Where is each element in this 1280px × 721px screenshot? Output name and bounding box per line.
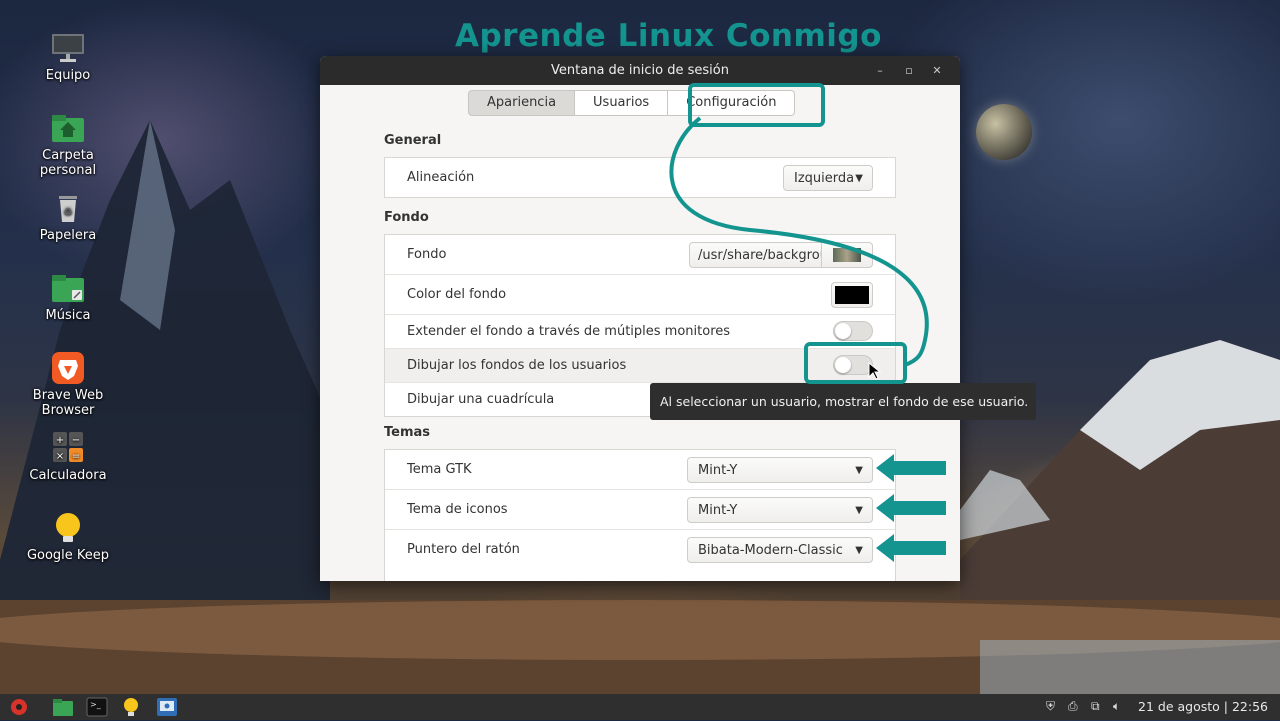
dropdown-arrow-icon: ▼ — [855, 505, 863, 516]
terminal-icon[interactable]: >_ — [86, 697, 108, 717]
close-button[interactable]: ✕ — [928, 62, 946, 80]
svg-text:♻: ♻ — [64, 207, 73, 218]
desktop-icon-label: Música — [45, 308, 91, 323]
desktop-icon-label: Carpeta personal — [39, 148, 97, 178]
music-folder-icon — [50, 272, 86, 304]
desktop-icon-label: Calculadora — [29, 468, 107, 483]
trash-icon: ♻ — [50, 192, 86, 224]
shield-icon[interactable]: ⛨ — [1046, 699, 1055, 714]
desktop-icon-brave[interactable]: Brave Web Browser — [18, 352, 118, 418]
section-temas-title: Temas — [384, 425, 431, 440]
files-icon[interactable] — [52, 697, 74, 717]
desktop-icon-label: Papelera — [39, 228, 97, 243]
gtk-theme-row: Tema GTK Mint-Y ▼ — [385, 450, 895, 490]
connector-curve — [669, 116, 929, 367]
desktop-icon-label: Equipo — [45, 68, 91, 83]
tooltip: Al seleccionar un usuario, mostrar el fo… — [650, 383, 1036, 420]
desktop-icon-papelera[interactable]: ♻ Papelera — [18, 192, 118, 243]
volume-icon[interactable]: 🔈︎ — [1113, 699, 1120, 714]
computer-icon — [50, 32, 86, 64]
desktop-icon-calculadora[interactable]: + − × = Calculadora — [18, 432, 118, 483]
banner-title: Aprende Linux Conmigo — [455, 18, 882, 54]
desktop-icon-google-keep[interactable]: Google Keep — [18, 512, 118, 563]
draw-user-bg-label: Dibujar los fondos de los usuarios — [407, 358, 627, 373]
window-title: Ventana de inicio de sesión — [551, 63, 729, 78]
cursor-theme-label: Puntero del ratón — [407, 542, 520, 557]
cursor-theme-dropdown[interactable]: Bibata-Modern-Classic ▼ — [687, 537, 873, 563]
svg-text:=: = — [72, 451, 80, 462]
brave-icon — [50, 352, 86, 384]
temas-group: Tema GTK Mint-Y ▼ Tema de iconos Mint-Y … — [384, 449, 896, 581]
desktop-icon-musica[interactable]: Música — [18, 272, 118, 323]
minimize-button[interactable]: – — [871, 62, 889, 80]
calculator-icon: + − × = — [50, 432, 86, 464]
menu-icon[interactable] — [8, 697, 30, 717]
draw-grid-label: Dibujar una cuadrícula — [407, 392, 555, 407]
gtk-theme-value: Mint-Y — [698, 463, 738, 478]
cursor-theme-value: Bibata-Modern-Classic — [698, 543, 843, 558]
bg-color-label: Color del fondo — [407, 287, 507, 302]
taskbar: >_ ⛨ ⎙ ⧉ 🔈︎ 21 de agosto | 22:56 — [0, 694, 1280, 720]
gtk-theme-label: Tema GTK — [407, 462, 472, 477]
clock[interactable]: 21 de agosto | 22:56 — [1138, 699, 1268, 714]
maximize-button[interactable]: ▫ — [900, 62, 918, 80]
icon-theme-label: Tema de iconos — [407, 502, 508, 517]
home-folder-icon — [50, 112, 86, 144]
arrow-left-icon — [876, 534, 946, 562]
dropdown-arrow-icon: ▼ — [855, 465, 863, 476]
arrow-left-icon — [876, 454, 946, 482]
desktop-icon-label: Brave Web Browser — [32, 388, 104, 418]
window-titlebar[interactable]: Ventana de inicio de sesión – ▫ ✕ — [320, 56, 960, 85]
svg-text:×: × — [56, 451, 64, 462]
desktop-icon-carpeta-personal[interactable]: Carpeta personal — [18, 112, 118, 178]
svg-text:+: + — [56, 435, 64, 446]
svg-text:−: − — [72, 435, 80, 446]
login-window-app-icon[interactable] — [156, 697, 178, 717]
network-icon[interactable]: ⧉ — [1091, 699, 1100, 714]
tab-apariencia[interactable]: Apariencia — [468, 90, 576, 116]
desktop-icon-equipo[interactable]: Equipo — [18, 32, 118, 83]
icon-theme-value: Mint-Y — [698, 503, 738, 518]
svg-text:>_: >_ — [90, 700, 102, 709]
tab-usuarios[interactable]: Usuarios — [575, 90, 669, 116]
gtk-theme-dropdown[interactable]: Mint-Y ▼ — [687, 457, 873, 483]
alignment-label: Alineación — [407, 170, 475, 185]
cursor-theme-row: Puntero del ratón Bibata-Modern-Classic … — [385, 530, 895, 569]
section-general-title: General — [384, 133, 442, 148]
printer-icon[interactable]: ⎙ — [1068, 699, 1078, 714]
keep-icon — [50, 512, 86, 544]
section-fondo-title: Fondo — [384, 210, 429, 225]
icon-theme-row: Tema de iconos Mint-Y ▼ — [385, 490, 895, 530]
dropdown-arrow-icon: ▼ — [855, 545, 863, 556]
arrow-left-icon — [876, 494, 946, 522]
planet-decoration — [976, 104, 1032, 160]
background-label: Fondo — [407, 247, 447, 262]
keep-icon[interactable] — [120, 697, 142, 717]
desktop-icon-label: Google Keep — [26, 548, 110, 563]
icon-theme-dropdown[interactable]: Mint-Y ▼ — [687, 497, 873, 523]
